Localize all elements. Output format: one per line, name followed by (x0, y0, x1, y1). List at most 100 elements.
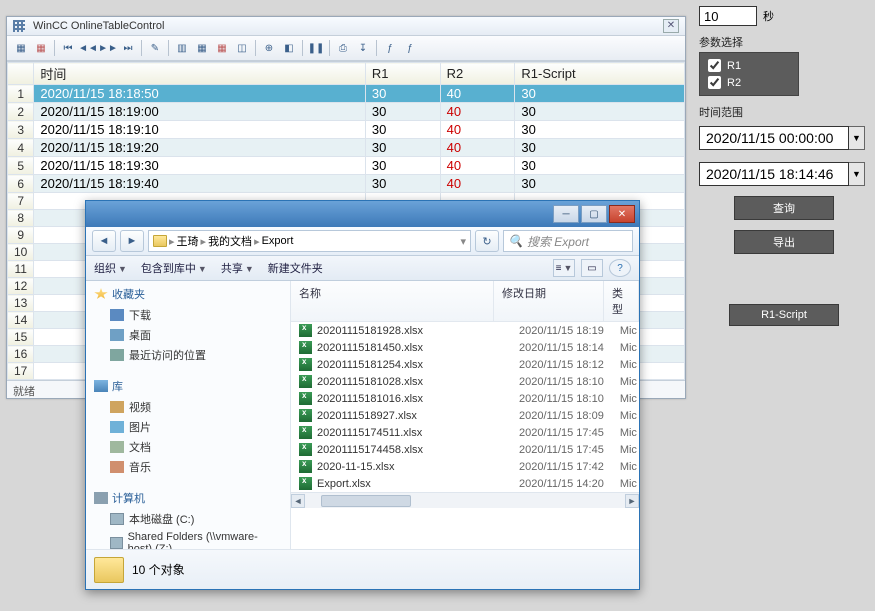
list-item[interactable]: 2020-11-15.xlsx 2020/11/15 17:42 Mic (291, 458, 639, 475)
datetime-to[interactable] (699, 162, 849, 186)
cell-r1script[interactable]: 30 (515, 175, 685, 193)
cell-r1[interactable]: 30 (365, 157, 440, 175)
wincc-titlebar[interactable]: WinCC OnlineTableControl ✕ (7, 17, 685, 36)
grid2-icon[interactable]: ▦ (193, 39, 211, 57)
forward-button[interactable]: ► (120, 230, 144, 252)
export-icon[interactable]: ↧ (354, 39, 372, 57)
table-row[interactable]: 3 2020/11/15 18:19:10 30 40 30 (8, 121, 685, 139)
datetime-from[interactable] (699, 126, 849, 150)
row-header[interactable]: 13 (8, 295, 34, 312)
tree-videos[interactable]: 视频 (86, 397, 290, 417)
cell-r1[interactable]: 30 (365, 175, 440, 193)
cell-time[interactable]: 2020/11/15 18:19:20 (34, 139, 365, 157)
tree-favorites[interactable]: 收藏夹 (112, 286, 145, 302)
tree-shared[interactable]: Shared Folders (\\vmware-host) (Z:) (86, 529, 290, 549)
table-row[interactable]: 5 2020/11/15 18:19:30 30 40 30 (8, 157, 685, 175)
list-item[interactable]: 20201115181450.xlsx 2020/11/15 18:14 Mic (291, 339, 639, 356)
dropdown-icon[interactable]: ▼ (849, 126, 865, 150)
row-header[interactable]: 17 (8, 363, 34, 380)
close-button[interactable]: ✕ (609, 205, 635, 223)
cell-r2[interactable]: 40 (440, 85, 515, 103)
cell-r1[interactable]: 30 (365, 121, 440, 139)
row-header[interactable]: 3 (8, 121, 34, 139)
explorer-titlebar[interactable]: ─ ▢ ✕ (86, 201, 639, 227)
row-header[interactable]: 11 (8, 261, 34, 278)
list-item[interactable]: 2020111518927.xlsx 2020/11/15 18:09 Mic (291, 407, 639, 424)
checkbox-r1[interactable] (708, 59, 721, 72)
row-header[interactable]: 9 (8, 227, 34, 244)
organize-menu[interactable]: 组织▼ (94, 260, 127, 276)
close-button[interactable]: ✕ (663, 19, 679, 33)
list-item[interactable]: 20201115174458.xlsx 2020/11/15 17:45 Mic (291, 441, 639, 458)
fn2-icon[interactable]: ƒ (401, 39, 419, 57)
prev-icon[interactable]: ◄◄ (79, 39, 97, 57)
tree-desktop[interactable]: 桌面 (86, 325, 290, 345)
include-lib-menu[interactable]: 包含到库中▼ (141, 260, 207, 276)
select-icon[interactable]: ▦ (213, 39, 231, 57)
row-header[interactable]: 12 (8, 278, 34, 295)
cell-r1script[interactable]: 30 (515, 121, 685, 139)
share-menu[interactable]: 共享▼ (221, 260, 254, 276)
breadcrumb[interactable]: 王琦 (177, 233, 199, 249)
table-row[interactable]: 6 2020/11/15 18:19:40 30 40 30 (8, 175, 685, 193)
tree-pictures[interactable]: 图片 (86, 417, 290, 437)
row-header[interactable]: 16 (8, 346, 34, 363)
cell-r1[interactable]: 30 (365, 85, 440, 103)
tool-icon[interactable]: ▦ (32, 39, 50, 57)
tree-recent[interactable]: 最近访问的位置 (86, 345, 290, 365)
list-item[interactable]: 20201115181254.xlsx 2020/11/15 18:12 Mic (291, 356, 639, 373)
cell-r1script[interactable]: 30 (515, 157, 685, 175)
cell-r2[interactable]: 40 (440, 175, 515, 193)
scroll-thumb[interactable] (321, 495, 411, 507)
tree-music[interactable]: 音乐 (86, 457, 290, 477)
cell-time[interactable]: 2020/11/15 18:18:50 (34, 85, 365, 103)
row-header[interactable]: 8 (8, 210, 34, 227)
minimize-button[interactable]: ─ (553, 205, 579, 223)
breadcrumb[interactable]: 我的文档 (208, 233, 252, 249)
table-row[interactable]: 1 2020/11/15 18:18:50 30 40 30 (8, 85, 685, 103)
scroll-left-icon[interactable]: ◄ (291, 494, 305, 508)
back-button[interactable]: ◄ (92, 230, 116, 252)
row-header[interactable]: 10 (8, 244, 34, 261)
row-header[interactable]: 14 (8, 312, 34, 329)
seconds-input[interactable] (699, 6, 757, 26)
cell-r1script[interactable]: 30 (515, 85, 685, 103)
cell-r2[interactable]: 40 (440, 121, 515, 139)
address-bar[interactable]: ▸ 王琦 ▸ 我的文档 ▸ Export ▾ (148, 230, 471, 252)
table-row[interactable]: 4 2020/11/15 18:19:20 30 40 30 (8, 139, 685, 157)
pause-icon[interactable]: ❚❚ (307, 39, 325, 57)
row-header[interactable]: 6 (8, 175, 34, 193)
r1script-button[interactable]: R1-Script (729, 304, 839, 326)
print-icon[interactable]: ⎙ (334, 39, 352, 57)
cell-r1script[interactable]: 30 (515, 139, 685, 157)
chart-icon[interactable]: ◫ (233, 39, 251, 57)
tool-icon[interactable]: ▦ (12, 39, 30, 57)
first-icon[interactable]: ⏮ (59, 39, 77, 57)
cell-time[interactable]: 2020/11/15 18:19:00 (34, 103, 365, 121)
row-header[interactable]: 2 (8, 103, 34, 121)
tree-downloads[interactable]: 下载 (86, 305, 290, 325)
horizontal-scrollbar[interactable]: ◄ ► (291, 492, 639, 508)
row-header[interactable]: 4 (8, 139, 34, 157)
row-header[interactable]: 1 (8, 85, 34, 103)
tree-computer[interactable]: 计算机 (112, 490, 145, 506)
tree-drive-c[interactable]: 本地磁盘 (C:) (86, 509, 290, 529)
refresh-button[interactable]: ↻ (475, 230, 499, 252)
export-button[interactable]: 导出 (734, 230, 834, 254)
scroll-right-icon[interactable]: ► (625, 494, 639, 508)
cell-r1[interactable]: 30 (365, 103, 440, 121)
tree-documents[interactable]: 文档 (86, 437, 290, 457)
list-item[interactable]: 20201115181928.xlsx 2020/11/15 18:19 Mic (291, 322, 639, 339)
dropdown-icon[interactable]: ▼ (849, 162, 865, 186)
breadcrumb[interactable]: Export (262, 235, 294, 247)
tree-libraries[interactable]: 库 (112, 378, 123, 394)
col-r1[interactable]: R1 (365, 63, 440, 85)
query-button[interactable]: 查询 (734, 196, 834, 220)
last-icon[interactable]: ⏭ (119, 39, 137, 57)
range-icon[interactable]: ◧ (280, 39, 298, 57)
row-header[interactable]: 15 (8, 329, 34, 346)
col-time[interactable]: 时间 (34, 63, 365, 85)
cell-r2[interactable]: 40 (440, 139, 515, 157)
param-r2[interactable]: R2 (708, 74, 790, 91)
col-r1script[interactable]: R1-Script (515, 63, 685, 85)
